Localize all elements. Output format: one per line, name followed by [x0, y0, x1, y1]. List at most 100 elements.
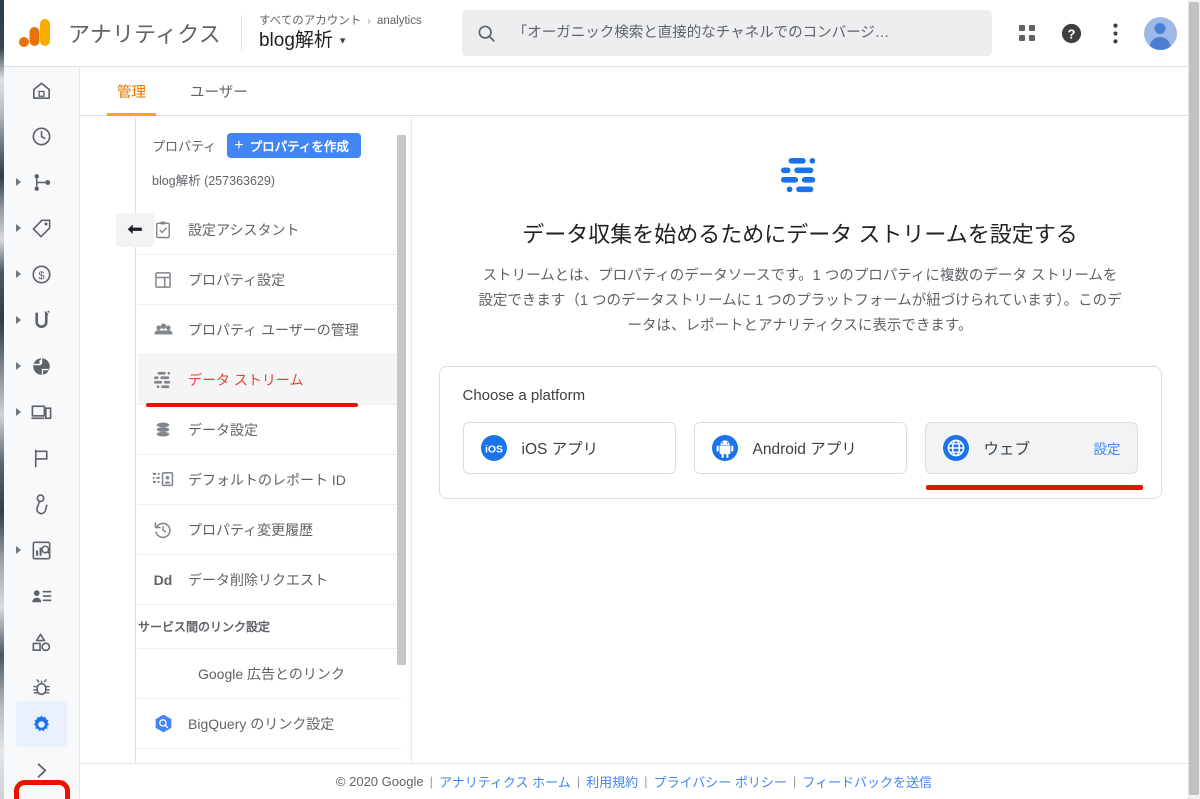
property-name-row[interactable]: blog解析 ▾	[259, 29, 422, 53]
people-icon	[152, 319, 174, 341]
rail-item-realtime[interactable]	[4, 113, 79, 159]
menu-item-property-settings[interactable]: プロパティ設定	[138, 255, 401, 305]
menu-item-label: BigQuery のリンク設定	[188, 715, 335, 732]
breadcrumb-current: analytics	[376, 14, 422, 27]
tab-users[interactable]: ユーザー	[168, 81, 270, 115]
platform-setup-link[interactable]: 設定	[1094, 438, 1121, 458]
search-bar[interactable]	[461, 10, 992, 56]
property-label: プロパティ	[152, 139, 217, 154]
help-glyph: ?	[1062, 23, 1082, 43]
menu-item-label: データ ストリーム	[188, 371, 304, 388]
footer-separator: |	[429, 774, 433, 789]
chevron-right-icon	[16, 408, 21, 416]
footer-link-feedback[interactable]: フィードバックを送信	[802, 772, 932, 791]
collapse-panel-button[interactable]	[116, 213, 154, 247]
dd-text-icon: Dd	[153, 571, 173, 588]
gear-icon	[33, 714, 50, 731]
rail-item-explore[interactable]	[4, 527, 79, 573]
menu-item-bigquery-link[interactable]: BigQuery のリンク設定	[138, 699, 401, 749]
footer-copyright: © 2020 Google	[335, 774, 424, 789]
menu-item-google-ads-link[interactable]: Google 広告とのリンク	[138, 649, 401, 699]
data-stream-icon	[152, 369, 174, 391]
menu-section-label: サービス間のリンク設定	[138, 620, 271, 634]
rail-item-lifecycle[interactable]	[4, 159, 79, 205]
menu-item-data-streams[interactable]: データ ストリーム	[138, 355, 401, 407]
menu-item-default-report-id[interactable]: デフォルトのレポート ID	[138, 455, 401, 505]
menu-item-setup-assistant[interactable]: 設定アシスタント	[138, 205, 401, 255]
rail-item-demographics[interactable]	[4, 343, 79, 389]
apps-grid-icon[interactable]	[1006, 11, 1050, 55]
rail-bottom-group	[4, 701, 79, 793]
rail-item-admin[interactable]	[16, 701, 67, 747]
chevron-right-icon	[16, 546, 21, 554]
more-vertical-icon[interactable]	[1094, 11, 1138, 55]
rail-item-events[interactable]	[4, 435, 79, 481]
checklist-icon	[152, 219, 174, 241]
main-content: データ収集を始めるためにデータ ストリームを設定する ストリームとは、プロパティ…	[412, 117, 1188, 763]
search-input[interactable]	[510, 24, 978, 42]
clock-icon	[32, 127, 51, 145]
platform-label: ウェブ	[983, 440, 1031, 458]
rail-item-tech[interactable]	[4, 389, 79, 435]
rail-item-library[interactable]	[4, 619, 79, 665]
top-bar-actions: ?	[1006, 11, 1177, 55]
property-panel: プロパティ + プロパティを作成 blog解析 (257363629) 設定アシ…	[96, 117, 411, 763]
property-panel-scrollbar[interactable]	[397, 135, 406, 665]
footer-separator: |	[792, 774, 797, 789]
account-breadcrumb: すべてのアカウント › analytics	[259, 14, 422, 29]
apps-grid-glyph	[1019, 24, 1036, 41]
rail-item-retention[interactable]	[4, 297, 79, 343]
footer-separator: |	[576, 774, 581, 789]
dollar-circle-icon: $	[32, 264, 51, 284]
rail-item-audiences[interactable]	[4, 573, 79, 619]
footer-link-terms[interactable]: 利用規約	[586, 772, 638, 791]
admin-tabs: 管理 ユーザー	[80, 67, 1188, 116]
menu-item-label: プロパティ変更履歴	[188, 521, 314, 538]
rail-item-engagement[interactable]	[4, 481, 79, 527]
back-arrow-icon	[127, 224, 142, 234]
platform-option-web[interactable]: ウェブ 設定	[924, 421, 1143, 490]
help-circle-icon[interactable]: ?	[1050, 11, 1094, 55]
platform-label: iOS アプリ	[521, 440, 599, 458]
page-description: ストリームとは、プロパティのデータソースです。1 つのプロパティに複数のデータ …	[478, 267, 1122, 334]
account-selector[interactable]: すべてのアカウント › analytics blog解析 ▾	[259, 14, 422, 53]
share-node-icon	[34, 173, 51, 191]
android-icon	[711, 434, 738, 461]
brand-title: アナリティクス	[68, 22, 221, 47]
create-property-button[interactable]: + プロパティを作成	[227, 133, 361, 158]
menu-item-data-deletion[interactable]: Dd データ削除リクエスト	[138, 555, 401, 605]
left-nav-rail: $	[4, 67, 80, 799]
create-property-label: プロパティを作成	[249, 140, 349, 154]
choose-platform-card: Choose a platform iOS iOS アプリ Android アプ…	[438, 365, 1162, 499]
user-avatar[interactable]	[1143, 16, 1177, 50]
page-scrollbar-thumb[interactable]	[1189, 2, 1199, 795]
menu-item-label: データ設定	[188, 421, 258, 438]
rail-item-expand[interactable]	[4, 747, 79, 793]
current-property-value: blog解析 (257363629)	[152, 174, 275, 188]
rail-item-tags[interactable]	[4, 205, 79, 251]
chevron-right-icon	[16, 362, 21, 370]
platform-options: iOS iOS アプリ Android アプリ ウェブ 設定	[462, 421, 1143, 490]
menu-item-data-settings[interactable]: データ設定	[138, 405, 401, 455]
rail-item-home[interactable]	[4, 67, 79, 113]
menu-item-property-users[interactable]: プロパティ ユーザーの管理	[138, 305, 401, 355]
rail-item-monetization[interactable]: $	[4, 251, 79, 297]
choose-platform-title: Choose a platform	[462, 386, 586, 404]
tab-admin[interactable]: 管理	[95, 81, 168, 116]
svg-text:iOS: iOS	[484, 443, 502, 455]
analytics-logo[interactable]	[4, 18, 66, 48]
shapes-icon	[32, 633, 51, 651]
footer-link-analytics-home[interactable]: アナリティクス ホーム	[439, 772, 571, 791]
menu-item-label: プロパティ ユーザーの管理	[188, 321, 359, 338]
menu-item-change-history[interactable]: プロパティ変更履歴	[138, 505, 401, 555]
platform-option-android[interactable]: Android アプリ	[693, 421, 907, 474]
page-scrollbar-track[interactable]	[1188, 0, 1200, 799]
analytics-admin-page: アナリティクス すべてのアカウント › analytics blog解析 ▾ 「…	[0, 0, 1200, 799]
platform-option-ios[interactable]: iOS iOS アプリ	[462, 421, 676, 474]
bug-icon	[33, 678, 50, 695]
more-glyph	[1113, 23, 1118, 43]
svg-text:?: ?	[1068, 26, 1076, 41]
menu-item-label: データ削除リクエスト	[188, 571, 328, 588]
footer-link-privacy[interactable]: プライバシー ポリシー	[654, 772, 787, 791]
page-title: データ収集を始めるためにデータ ストリームを設定する	[522, 222, 1078, 247]
